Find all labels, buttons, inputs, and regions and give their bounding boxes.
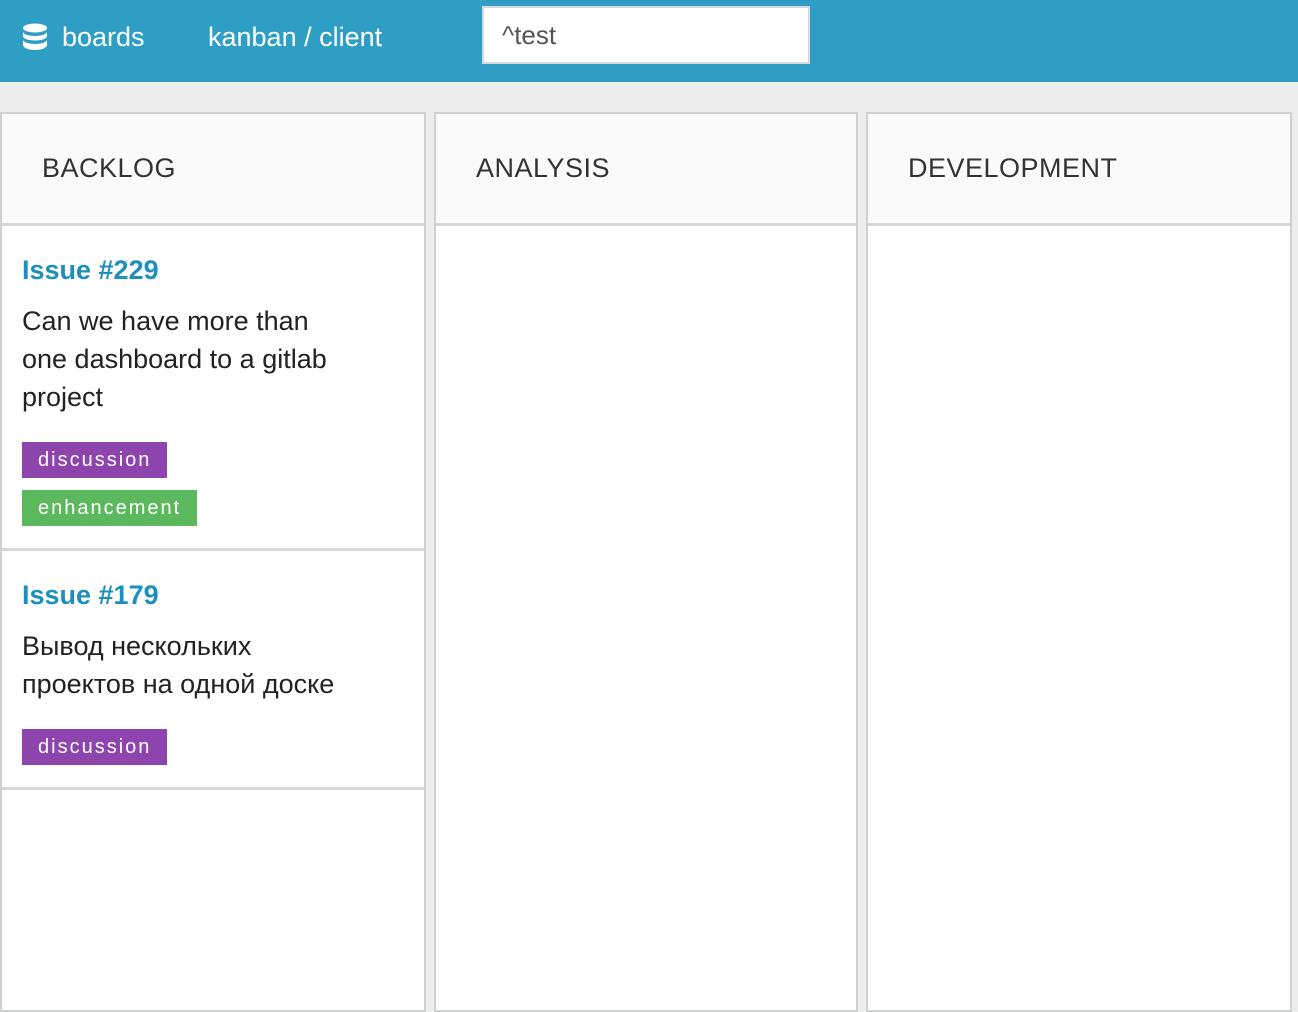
issue-card[interactable]: Issue #229 Can we have more than one das…	[2, 226, 424, 551]
database-icon	[22, 23, 48, 51]
label-discussion[interactable]: discussion	[22, 442, 168, 478]
label-enhancement[interactable]: enhancement	[22, 490, 198, 526]
column-header: ANALYSIS	[436, 114, 856, 226]
column-analysis: ANALYSIS	[434, 112, 858, 1012]
column-header: DEVELOPMENT	[868, 114, 1290, 226]
issue-labels: discussion	[22, 729, 404, 765]
issue-labels: discussion enhancement	[22, 442, 404, 526]
issue-description: Вывод нескольких проектов на одной доске	[22, 631, 335, 699]
issue-description: Can we have more than one dashboard to a…	[22, 306, 327, 412]
boards-home-link[interactable]: boards	[22, 18, 145, 56]
search-input[interactable]	[482, 6, 810, 64]
label-discussion[interactable]: discussion	[22, 729, 168, 765]
top-navbar: boards kanban / client	[0, 0, 1298, 82]
issue-title-link[interactable]: Issue #179	[22, 575, 404, 615]
breadcrumb[interactable]: kanban / client	[208, 18, 382, 56]
column-backlog: BACKLOG Issue #229 Can we have more than…	[0, 112, 426, 1012]
column-header: BACKLOG	[2, 114, 424, 226]
issue-title-link[interactable]: Issue #229	[22, 250, 404, 290]
column-development: DEVELOPMENT	[866, 112, 1292, 1012]
issue-card[interactable]: Issue #179 Вывод нескольких проектов на …	[2, 551, 424, 790]
brand-label: boards	[62, 21, 145, 52]
